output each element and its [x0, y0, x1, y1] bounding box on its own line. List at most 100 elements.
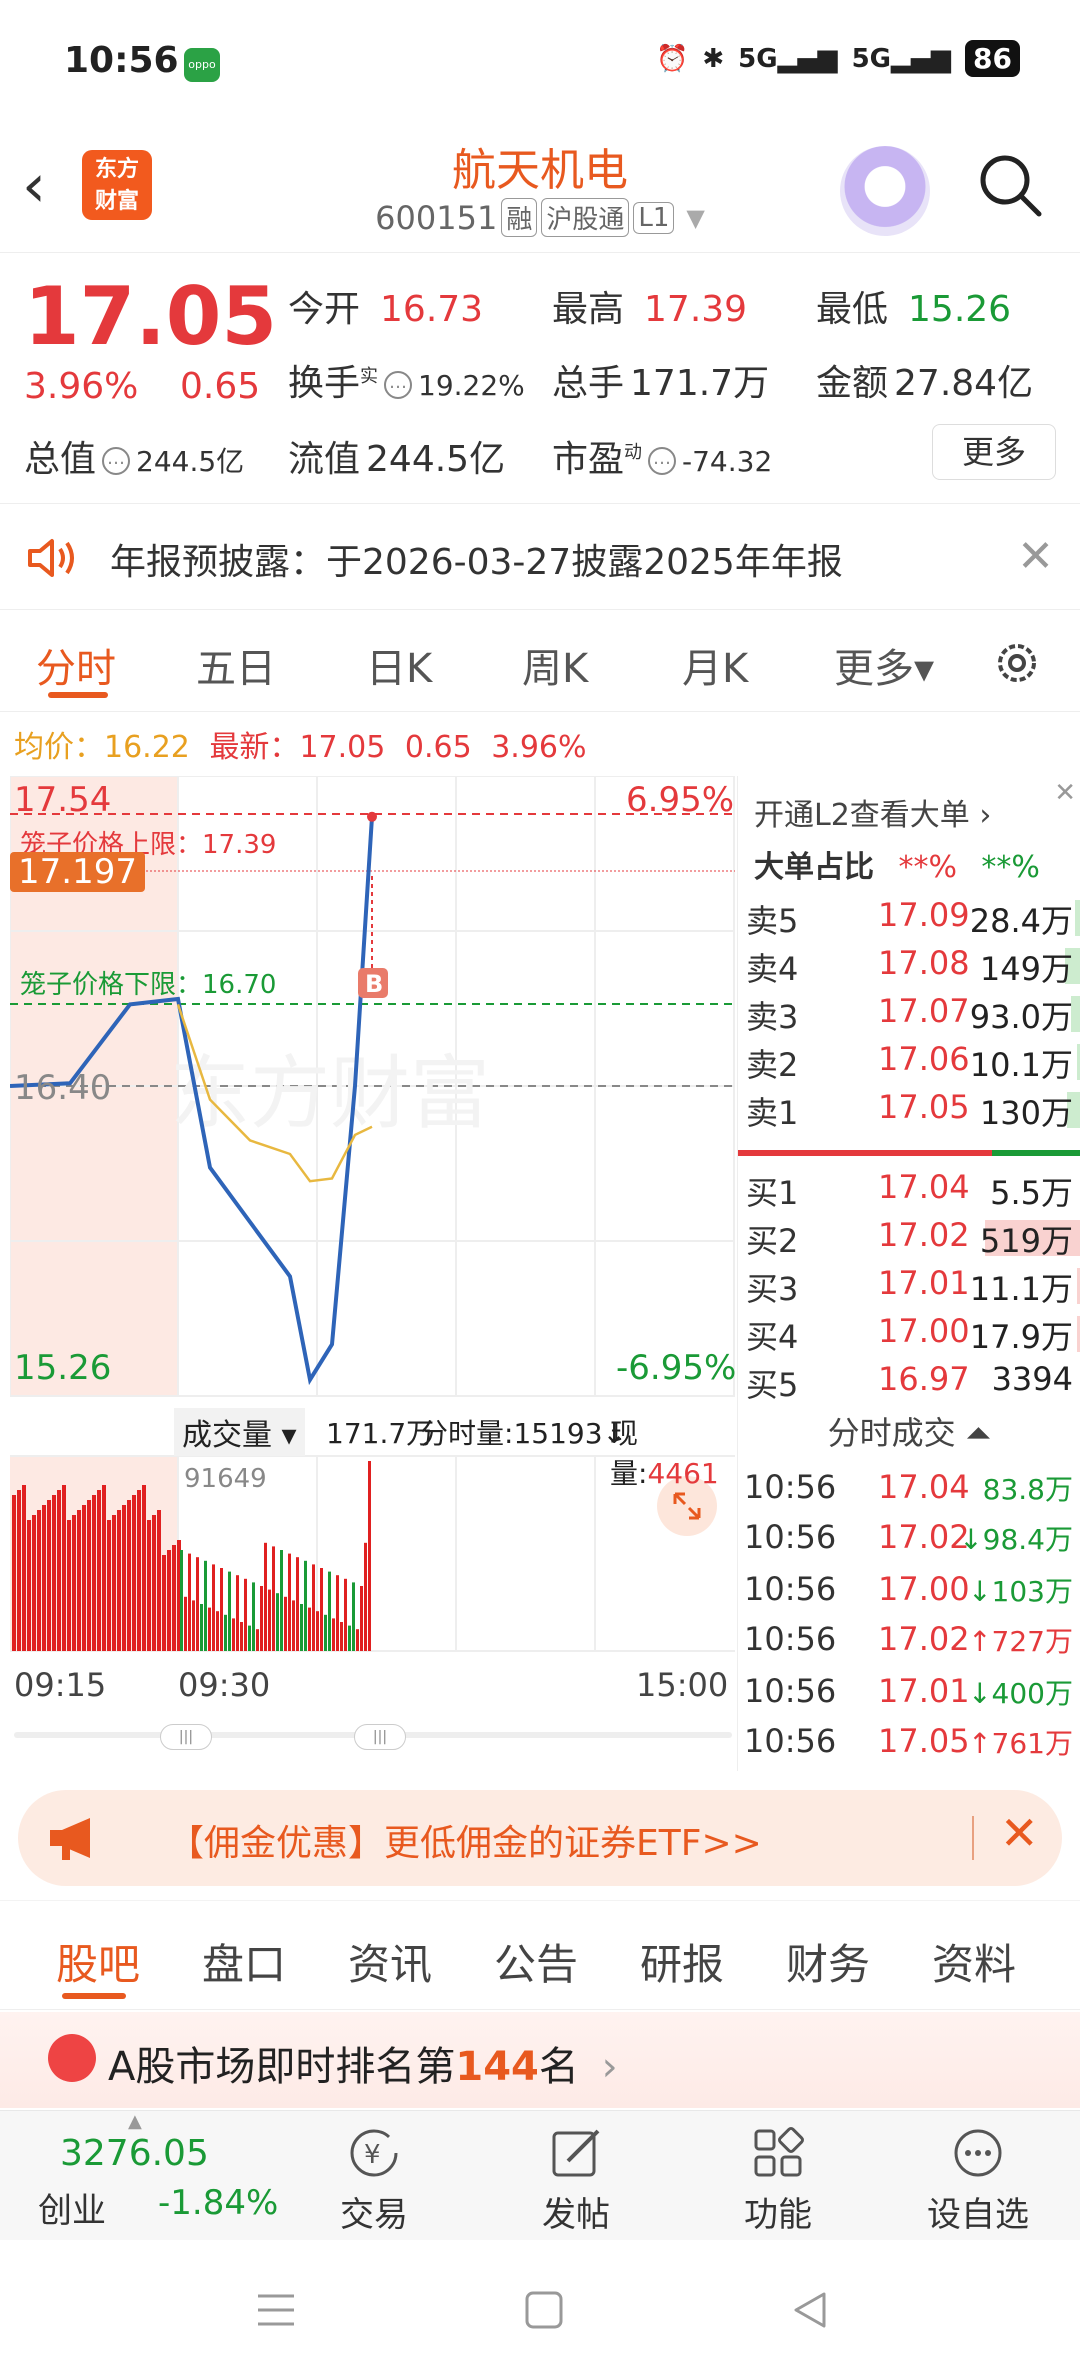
back-icon[interactable] — [790, 2290, 830, 2330]
volume-bar — [304, 1560, 307, 1651]
signal-icon: 5G▂▄▆ — [738, 43, 838, 74]
chevron-right-icon: › — [601, 2044, 618, 2090]
chart-tabs: 分时 五日 日K 周K 月K 更多▾ — [0, 612, 1080, 712]
gear-icon[interactable] — [990, 636, 1044, 690]
turnover-cell[interactable]: 换手实… 19.22% — [288, 354, 525, 406]
tab-monthly-k[interactable]: 月K — [682, 636, 748, 694]
search-icon[interactable] — [975, 150, 1045, 220]
edit-icon — [552, 2129, 600, 2177]
trade-row: 10:56 17.01 ↓400万 — [744, 1672, 1073, 1710]
tab-five-day[interactable]: 五日 — [196, 636, 276, 694]
tab-pankou[interactable]: 盘口 — [202, 1931, 286, 1992]
menu-icon[interactable] — [256, 2292, 296, 2328]
assistant-robot-icon[interactable] — [840, 146, 930, 236]
bid-row[interactable]: 买1 17.04 5.5万 — [738, 1168, 1080, 1212]
chart-svg[interactable]: 东方财富 B — [10, 776, 735, 1656]
time-label-start: 09:15 — [14, 1666, 107, 1704]
volume-bar — [22, 1485, 26, 1651]
post-button[interactable]: 发帖 — [516, 2117, 636, 2236]
volume-bar — [188, 1553, 191, 1651]
index-name[interactable]: 创业 — [38, 2183, 106, 2232]
bid-row[interactable]: 买4 17.00 17.9万 — [738, 1312, 1080, 1356]
signal-icon-2: 5G▂▄▆ — [851, 43, 952, 74]
trade-button[interactable]: ¥ 交易 — [314, 2117, 434, 2236]
status-time: 10:56 — [64, 40, 179, 81]
index-value[interactable]: 3276.05 — [60, 2133, 209, 2174]
time-label-close: 15:00 — [636, 1666, 729, 1704]
more-dots-icon — [954, 2129, 1002, 2177]
bar-chart-icon — [48, 2034, 96, 2082]
volume-bar — [244, 1578, 247, 1651]
close-icon[interactable]: ✕ — [1000, 1806, 1039, 1860]
watermark-text: 东方财富 — [170, 1049, 490, 1138]
mktcap-cell[interactable]: 总值… 244.5亿 — [24, 430, 244, 482]
volume-bar — [336, 1575, 339, 1651]
volume-bar — [224, 1614, 227, 1651]
notice-bar[interactable]: 年报预披露：于2026-03-27披露2025年年报 ✕ — [0, 505, 1080, 610]
features-button[interactable]: 功能 — [718, 2117, 838, 2236]
ask-row[interactable]: 卖4 17.08 149万 — [738, 944, 1080, 988]
tab-more[interactable]: 更多▾ — [834, 636, 934, 694]
bid-row[interactable]: 买3 17.01 11.1万 — [738, 1264, 1080, 1308]
volume-bar — [97, 1490, 101, 1651]
trade-icon: ¥ — [350, 2129, 398, 2177]
more-button[interactable]: 更多 — [932, 424, 1056, 480]
orderbook-panel: 开通L2查看大单 › ✕ 大单占比 **% **% 卖5 17.09 28.4万 卖4… — [737, 776, 1080, 1771]
volume-bar — [67, 1520, 71, 1651]
l2-link[interactable]: 开通L2查看大单 › — [754, 790, 991, 834]
volume-bar — [216, 1611, 219, 1651]
status-icons: ⏰ ✱ 5G▂▄▆ 5G▂▄▆ 86 — [656, 40, 1020, 77]
ask-row[interactable]: 卖5 17.09 28.4万 — [738, 896, 1080, 940]
tab-finance[interactable]: 财务 — [786, 1931, 870, 1992]
tab-news[interactable]: 资讯 — [348, 1931, 432, 1992]
intraday-chart[interactable]: 东方财富 B 17.54 6.95% 笼子价格上限：17.39 17.197 笼… — [10, 776, 736, 1652]
volume-bar — [27, 1520, 31, 1651]
promo-banner[interactable]: 【佣金优惠】更低佣金的证券ETF>> ✕ — [18, 1790, 1062, 1886]
buy-marker-label: B — [365, 970, 383, 998]
volume-bar — [117, 1510, 121, 1651]
close-icon[interactable]: ✕ — [1017, 531, 1054, 582]
label-prev-close: 16.40 — [14, 1068, 112, 1108]
tab-profile[interactable]: 资料 — [932, 1931, 1016, 1992]
volume-bar — [167, 1550, 171, 1651]
home-icon[interactable] — [524, 2290, 564, 2330]
caret-up-icon: ▲ — [128, 2111, 142, 2132]
bid-row[interactable]: 买2 17.02 519万 — [738, 1216, 1080, 1260]
volume-bar — [127, 1500, 131, 1651]
ask-row[interactable]: 卖2 17.06 10.1万 — [738, 1040, 1080, 1084]
add-watchlist-button[interactable]: 设自选 — [918, 2117, 1038, 2236]
index-percent[interactable]: -1.84% — [158, 2183, 278, 2223]
slider-handle-right[interactable]: ||| — [354, 1724, 406, 1750]
label-top-pct: 6.95% — [626, 780, 735, 820]
slider-handle-left[interactable]: ||| — [160, 1724, 212, 1750]
tab-guba[interactable]: 股吧 — [56, 1931, 140, 1992]
pe-cell[interactable]: 市盈动… -74.32 — [552, 430, 772, 482]
volume-bar — [368, 1461, 371, 1651]
tab-research[interactable]: 研报 — [640, 1931, 724, 1992]
tab-weekly-k[interactable]: 周K — [522, 636, 588, 694]
app-badge-icon: oppo — [184, 48, 220, 82]
volume-bar — [52, 1495, 56, 1651]
ask-row[interactable]: 卖1 17.05 130万 — [738, 1088, 1080, 1132]
trades-header[interactable]: 分时成交 ⏶ — [738, 1408, 1080, 1454]
volume-selector[interactable]: 成交量 ▾ — [174, 1408, 305, 1456]
tab-daily-k[interactable]: 日K — [366, 636, 432, 694]
ask-row[interactable]: 卖3 17.07 93.0万 — [738, 992, 1080, 1036]
volume-bar — [72, 1515, 76, 1651]
range-slider[interactable]: ||| ||| — [14, 1724, 732, 1750]
volume-bar — [276, 1593, 279, 1651]
high-cell: 最高 17.39 — [552, 289, 748, 330]
avg-price-line: 均价：16.22 最新：17.05 0.65 3.96% — [14, 730, 587, 765]
close-icon[interactable]: ✕ — [1054, 778, 1076, 808]
volume-bar — [340, 1622, 343, 1651]
volume-bar — [112, 1515, 116, 1651]
tab-announcements[interactable]: 公告 — [494, 1931, 578, 1992]
tab-intraday[interactable]: 分时 — [36, 636, 116, 694]
bid-row[interactable]: 买5 16.97 3394 — [738, 1360, 1080, 1404]
promo-text: 【佣金优惠】更低佣金的证券ETF>> — [168, 1823, 762, 1864]
big-order-ratio: 大单占比 **% **% — [754, 850, 1040, 885]
volume-bar — [320, 1568, 323, 1651]
quote-panel: 17.05 3.96% 0.65 今开 16.73 最高 17.39 最低 15.26… — [0, 254, 1080, 504]
ranking-bar[interactable]: A股市场即时排名第144名 › — [0, 2012, 1080, 2108]
volume-bar — [107, 1520, 111, 1651]
